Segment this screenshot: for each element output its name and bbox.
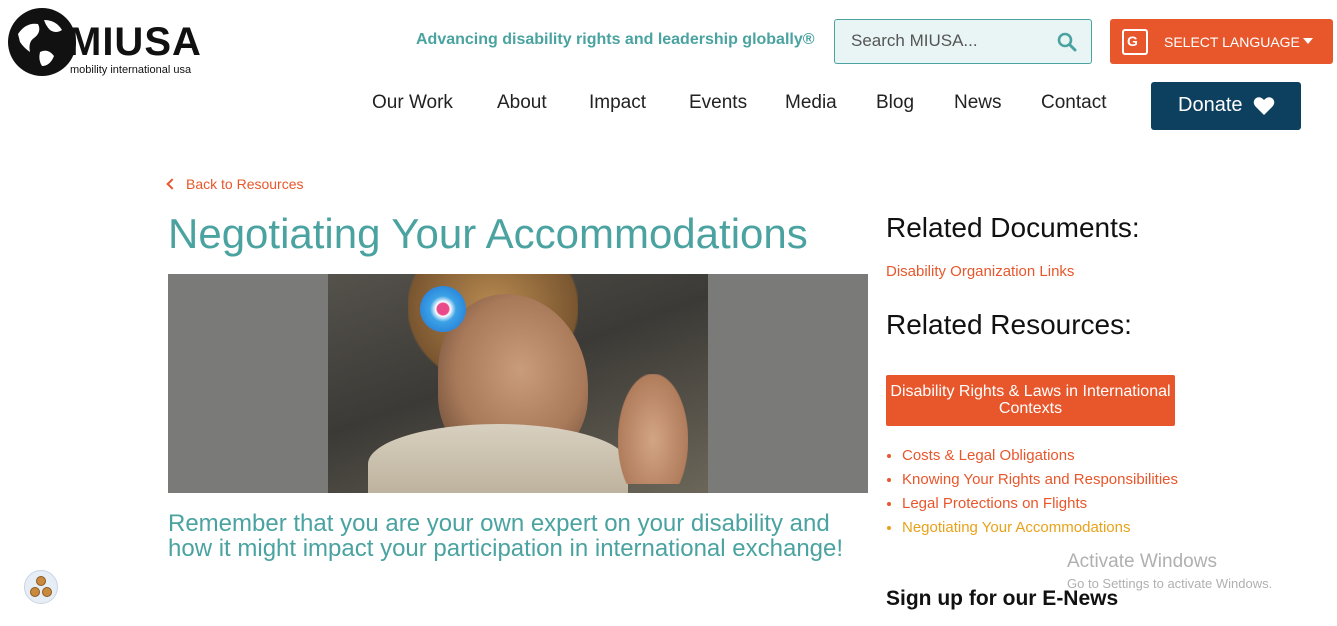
site-tagline: Advancing disability rights and leadersh…	[416, 31, 815, 48]
hero-image	[168, 274, 868, 493]
activate-windows-subtitle: Go to Settings to activate Windows.	[1067, 576, 1273, 591]
hero-photo	[328, 274, 708, 493]
nav-blog[interactable]: Blog	[876, 92, 914, 114]
resource-category-button[interactable]: Disability Rights & Laws in Internationa…	[886, 375, 1175, 426]
nav-contact[interactable]: Contact	[1041, 92, 1106, 114]
translate-icon: G	[1122, 29, 1148, 55]
resource-item[interactable]: Costs & Legal Obligations	[886, 444, 1186, 468]
resource-item[interactable]: Knowing Your Rights and Responsibilities	[886, 468, 1186, 492]
nav-media[interactable]: Media	[785, 92, 837, 114]
globe-icon	[8, 8, 76, 76]
nav-about[interactable]: About	[497, 92, 547, 114]
related-document-link[interactable]: Disability Organization Links	[886, 263, 1074, 280]
activate-windows-title: Activate Windows	[1067, 551, 1217, 572]
donate-label: Donate	[1178, 94, 1243, 116]
back-to-resources-link[interactable]: Back to Resources	[166, 176, 304, 192]
nav-events[interactable]: Events	[689, 92, 747, 114]
page-title: Negotiating Your Accommodations	[168, 210, 808, 257]
nav-news[interactable]: News	[954, 92, 1002, 114]
hero-flower	[420, 286, 466, 332]
select-language-label: SELECT LANGUAGE	[1164, 34, 1300, 50]
resource-item[interactable]: Legal Protections on Flights	[886, 492, 1186, 516]
lead-paragraph: Remember that you are your own expert on…	[168, 510, 844, 562]
resource-item-current[interactable]: Negotiating Your Accommodations	[886, 516, 1186, 540]
logo-subtext: mobility international usa	[70, 64, 192, 76]
hero-shirt	[368, 424, 628, 493]
search-box[interactable]	[834, 19, 1092, 64]
miusa-logo[interactable]: MIUSA mobility international usa	[8, 8, 201, 78]
select-language-button[interactable]: G SELECT LANGUAGE	[1110, 19, 1333, 64]
back-link-label: Back to Resources	[186, 176, 304, 192]
related-resources-heading: Related Resources:	[886, 309, 1132, 340]
hero-hand	[618, 374, 688, 484]
related-documents-heading: Related Documents:	[886, 212, 1140, 243]
logo-wordmark: MIUSA	[68, 20, 202, 64]
caret-down-icon	[1303, 38, 1313, 44]
chevron-left-icon	[166, 178, 178, 190]
heart-icon	[1253, 97, 1275, 115]
related-resources-list: Costs & Legal Obligations Knowing Your R…	[886, 444, 1186, 540]
nav-our-work[interactable]: Our Work	[372, 92, 453, 114]
cookie-settings-icon[interactable]	[24, 570, 58, 604]
nav-impact[interactable]: Impact	[589, 92, 646, 114]
search-icon[interactable]	[1057, 32, 1077, 52]
donate-button[interactable]: Donate	[1151, 82, 1301, 130]
search-input[interactable]	[851, 31, 1051, 51]
